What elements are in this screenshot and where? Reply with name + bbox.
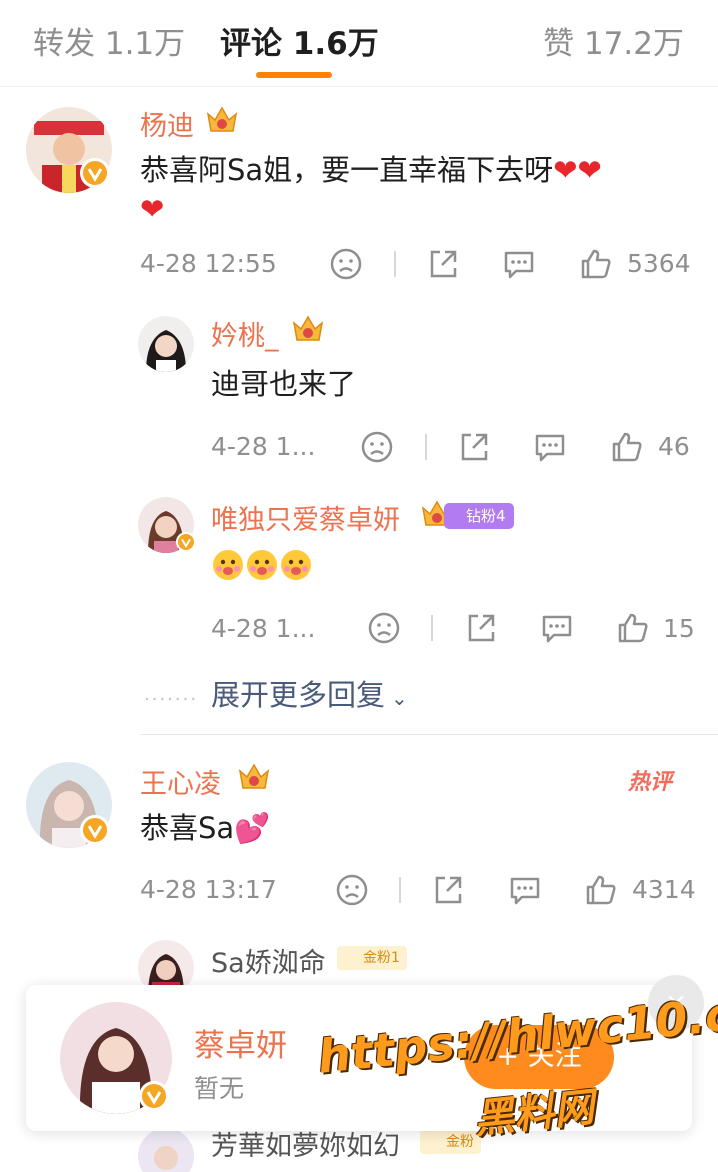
tab-likes[interactable]: 赞 17.2万 — [543, 18, 684, 63]
reply-time: 4-28 1... — [211, 614, 316, 643]
avatar[interactable] — [138, 1128, 194, 1172]
comment-text: 恭喜Sa💕 — [140, 808, 270, 848]
divider — [431, 615, 433, 641]
dislike-face-icon[interactable] — [335, 873, 369, 907]
crown-level-icon — [291, 313, 325, 345]
fan-badge: 钻粉4 — [444, 503, 514, 529]
comment-text-body: 恭喜阿Sa姐，要一直幸福下去呀 — [140, 153, 554, 187]
like-count: 15 — [663, 614, 695, 643]
like-icon[interactable] — [610, 430, 644, 464]
expand-replies-label: 展开更多回复 — [211, 678, 386, 712]
reply-icon[interactable] — [502, 247, 536, 281]
face-emoji-icon — [279, 548, 313, 582]
tab-comments[interactable]: 评论 1.6万 — [220, 18, 379, 63]
share-icon[interactable] — [457, 430, 491, 464]
divider — [399, 877, 401, 903]
divider — [394, 251, 396, 277]
reply-icon[interactable] — [508, 873, 542, 907]
more-dots: ······· — [144, 689, 199, 710]
comment-tabs: 转发 1.1万 评论 1.6万 赞 17.2万 — [0, 0, 718, 86]
share-icon[interactable] — [431, 873, 465, 907]
like-count: 5364 — [627, 249, 691, 278]
like-icon[interactable] — [584, 873, 618, 907]
heart-emoji: ❤❤ — [553, 153, 602, 187]
comment-username[interactable]: 杨迪 — [140, 104, 194, 143]
face-emoji-icon — [245, 548, 279, 582]
reply-text: 迪哥也来了 — [211, 367, 357, 401]
chevron-down-icon: ⌄ — [391, 686, 408, 710]
fan-badge: 金粉 — [420, 1130, 481, 1154]
reply-icon[interactable] — [540, 611, 574, 645]
verified-badge-icon — [176, 532, 196, 552]
comment-time: 4-28 12:55 — [140, 249, 277, 278]
verified-badge-icon — [80, 815, 110, 845]
like-icon[interactable] — [579, 247, 613, 281]
verified-badge-icon — [80, 158, 110, 188]
divider — [425, 434, 427, 460]
comment-time: 4-28 13:17 — [140, 875, 277, 904]
crown-level-icon — [205, 104, 239, 136]
fan-badge: 金粉1 — [337, 946, 407, 970]
reply-username[interactable]: Sa娇洳命 — [211, 941, 326, 980]
reply-time: 4-28 1... — [211, 432, 316, 461]
popup-subtitle: 暂无 — [194, 1074, 245, 1103]
comment-text-body: 恭喜Sa — [140, 811, 235, 845]
comment-username[interactable]: 王心凌 — [140, 762, 221, 801]
hearts-emoji: 💕 — [234, 811, 271, 845]
face-emoji-icon — [211, 548, 245, 582]
heart-emoji: ❤ — [140, 192, 165, 226]
reply-username[interactable]: 妗桃_ — [211, 314, 279, 353]
header-divider — [0, 86, 718, 87]
active-tab-indicator — [256, 72, 332, 78]
avatar[interactable] — [138, 316, 194, 372]
reply-icon[interactable] — [533, 430, 567, 464]
expand-replies-link[interactable]: 展开更多回复 ⌄ — [211, 672, 408, 714]
reply-username[interactable]: 唯独只爱蔡卓妍 — [211, 498, 400, 537]
like-count: 46 — [658, 432, 690, 461]
dislike-face-icon[interactable] — [367, 611, 401, 645]
popup-username[interactable]: 蔡卓妍 — [194, 1020, 287, 1065]
dislike-face-icon[interactable] — [360, 430, 394, 464]
tab-repost[interactable]: 转发 1.1万 — [33, 18, 185, 63]
share-icon[interactable] — [426, 247, 460, 281]
watermark-brand: 黑料网 — [472, 1084, 597, 1143]
dislike-face-icon[interactable] — [329, 247, 363, 281]
comment-text: 恭喜阿Sa姐，要一直幸福下去呀❤❤ — [140, 150, 602, 190]
like-icon[interactable] — [616, 611, 650, 645]
crown-level-icon — [237, 761, 271, 793]
comment-divider — [140, 734, 718, 735]
like-count: 4314 — [632, 875, 696, 904]
hot-comment-tag: 热评 — [628, 770, 673, 795]
verified-badge-icon — [139, 1081, 169, 1111]
share-icon[interactable] — [464, 611, 498, 645]
